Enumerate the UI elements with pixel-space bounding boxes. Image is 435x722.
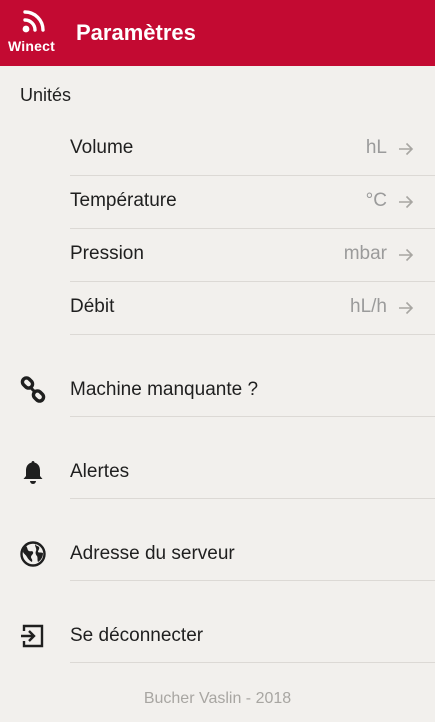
unit-row-flow[interactable]: Débit hL/h [0,282,435,335]
unit-value: hL [365,137,387,158]
divider [70,498,435,499]
menu-item-alerts[interactable]: Alertes [0,432,435,514]
bell-icon [23,461,43,484]
unit-label: Débit [70,296,115,317]
menu-item-missing-machine[interactable]: Machine manquante ? [0,350,435,432]
arrow-right-icon [399,248,414,262]
arrow-right-icon [399,195,414,209]
menu-item-label: Alertes [70,461,130,482]
winect-logo: Winect [8,9,60,55]
menu-item-label: Adresse du serveur [70,543,235,564]
unit-row-pressure[interactable]: Pression mbar [0,229,435,282]
divider [70,580,435,581]
unit-label: Volume [70,137,134,158]
app-bar: Winect Paramètres [0,0,435,66]
footer-copyright: Bucher Vaslin - 2018 [143,690,292,707]
divider [70,416,435,417]
menu-item-server-address[interactable]: Adresse du serveur [0,514,435,596]
unit-value: °C [365,190,387,211]
page-title: Paramètres [76,20,196,45]
globe-icon [20,541,46,567]
arrow-right-icon [399,142,414,156]
menu-item-label: Se déconnecter [70,625,204,646]
logout-icon [21,624,44,648]
unit-row-volume[interactable]: Volume hL [0,123,435,176]
divider [70,334,435,335]
arrow-right-icon [399,301,414,315]
units-section-label: Unités [20,85,72,105]
unit-label: Température [70,190,177,211]
link-icon [20,376,46,403]
menu-item-label: Machine manquante ? [70,379,259,400]
unit-label: Pression [70,243,144,264]
menu-item-logout[interactable]: Se déconnecter [0,596,435,678]
unit-value: mbar [343,243,387,264]
wifi-icon [22,10,45,33]
unit-value: hL/h [350,296,387,317]
unit-row-temperature[interactable]: Température °C [0,176,435,229]
divider [70,662,435,663]
logo-text: Winect [8,38,55,54]
